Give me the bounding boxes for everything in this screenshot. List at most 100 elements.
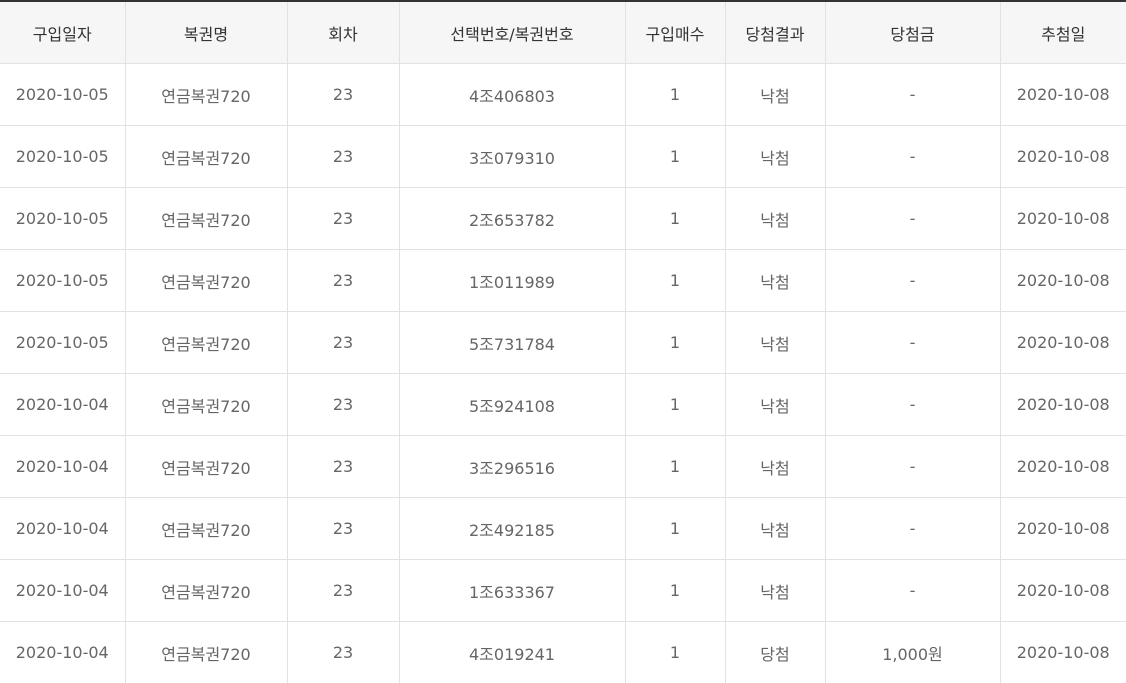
- round-cell: 23: [286, 63, 400, 126]
- draw-date-cell: 2020-10-08: [999, 187, 1126, 250]
- lottery-name-cell: 연금복권720: [124, 621, 288, 683]
- header-result: 당첨결과: [724, 1, 826, 64]
- draw-date-cell: 2020-10-08: [999, 249, 1126, 312]
- result-cell: 낙첨: [724, 249, 826, 312]
- lottery-name-cell: 연금복권720: [124, 497, 288, 560]
- header-purchase-date: 구입일자: [0, 1, 126, 64]
- lottery-name-cell: 연금복권720: [124, 373, 288, 436]
- lottery-name-cell: 연금복권720: [124, 187, 288, 250]
- table-row: 2020-10-04 연금복권720 23 2조492185 1 낙첨 -2020-10-0…: [0, 497, 1126, 560]
- result-cell: 낙첨: [724, 63, 826, 126]
- table-row: 2020-10-04 연금복권720 23 3조296516 1 낙첨 -2020-10-0…: [0, 435, 1126, 498]
- quantity-cell: 1: [624, 249, 726, 312]
- table-row: 2020-10-05 연금복권720 23 2조653782 1 낙첨 -2020-10-0…: [0, 187, 1126, 250]
- prize-cell: -: [824, 187, 1001, 250]
- selected-numbers-cell: 4조019241: [398, 621, 626, 683]
- selected-numbers-cell: 1조633367: [398, 559, 626, 622]
- header-selected-numbers: 선택번호/복권번호: [398, 1, 626, 64]
- prize-cell: -: [824, 559, 1001, 622]
- table-row: 2020-10-04 연금복권720 23 1조633367 1 낙첨 -2020-10-0…: [0, 559, 1126, 622]
- lottery-name-cell: 연금복권720: [124, 63, 288, 126]
- quantity-cell: 1: [624, 187, 726, 250]
- result-cell: 낙첨: [724, 497, 826, 560]
- selected-numbers-cell: 1조011989: [398, 249, 626, 312]
- purchase-date-cell: 2020-10-04: [0, 435, 126, 498]
- table-row: 2020-10-04 연금복권720 23 4조019241 1 당첨 1,000원 2020…: [0, 621, 1126, 683]
- header-quantity: 구입매수: [624, 1, 726, 64]
- prize-cell: -: [824, 125, 1001, 188]
- draw-date-cell: 2020-10-08: [999, 435, 1126, 498]
- header-draw-date: 추첨일: [999, 1, 1126, 64]
- header-round: 회차: [286, 1, 400, 64]
- selected-numbers-cell: 5조924108: [398, 373, 626, 436]
- table-row: 2020-10-05 연금복권720 23 1조011989 1 낙첨 -2020-10-0…: [0, 249, 1126, 312]
- round-cell: 23: [286, 621, 400, 683]
- draw-date-cell: 2020-10-08: [999, 497, 1126, 560]
- round-cell: 23: [286, 249, 400, 312]
- purchase-date-cell: 2020-10-05: [0, 311, 126, 374]
- lottery-name-cell: 연금복권720: [124, 311, 288, 374]
- purchase-date-cell: 2020-10-05: [0, 187, 126, 250]
- quantity-cell: 1: [624, 125, 726, 188]
- purchase-date-cell: 2020-10-04: [0, 373, 126, 436]
- prize-cell: -: [824, 497, 1001, 560]
- round-cell: 23: [286, 435, 400, 498]
- selected-numbers-cell: 4조406803: [398, 63, 626, 126]
- header-row: 구입일자 복권명 회차 선택번호/복권번호 구입매수 당첨결과 당첨금 추첨일: [0, 1, 1126, 64]
- draw-date-cell: 2020-10-08: [999, 63, 1126, 126]
- result-cell: 낙첨: [724, 125, 826, 188]
- draw-date-cell: 2020-10-08: [999, 559, 1126, 622]
- draw-date-cell: 2020-10-08: [999, 125, 1126, 188]
- draw-date-cell: 2020-10-08: [999, 373, 1126, 436]
- prize-cell: -: [824, 373, 1001, 436]
- selected-numbers-cell: 5조731784: [398, 311, 626, 374]
- lottery-name-cell: 연금복권720: [124, 125, 288, 188]
- purchase-history-table-container: 구입일자 복권명 회차 선택번호/복권번호 구입매수 당첨결과 당첨금 추첨일 …: [0, 0, 1126, 683]
- header-prize: 당첨금: [824, 1, 1001, 64]
- prize-cell: -: [824, 435, 1001, 498]
- table-row: 2020-10-05 연금복권720 23 5조731784 1 낙첨 -2020-10-0…: [0, 311, 1126, 374]
- round-cell: 23: [286, 187, 400, 250]
- quantity-cell: 1: [624, 373, 726, 436]
- result-cell: 낙첨: [724, 187, 826, 250]
- draw-date-cell: 2020-10-08: [999, 621, 1126, 683]
- table-row: 2020-10-05 연금복권720 23 4조406803 1 낙첨 -2020-10-0…: [0, 63, 1126, 126]
- quantity-cell: 1: [624, 559, 726, 622]
- round-cell: 23: [286, 497, 400, 560]
- table-header: 구입일자 복권명 회차 선택번호/복권번호 구입매수 당첨결과 당첨금 추첨일: [0, 1, 1126, 64]
- round-cell: 23: [286, 559, 400, 622]
- quantity-cell: 1: [624, 63, 726, 126]
- table-row: 2020-10-04 연금복권720 23 5조924108 1 낙첨 -2020-10-0…: [0, 373, 1126, 436]
- quantity-cell: 1: [624, 311, 726, 374]
- lottery-name-cell: 연금복권720: [124, 435, 288, 498]
- result-cell: 낙첨: [724, 373, 826, 436]
- result-cell: 낙첨: [724, 435, 826, 498]
- header-lottery-name: 복권명: [124, 1, 288, 64]
- lottery-name-cell: 연금복권720: [124, 249, 288, 312]
- table-body: 2020-10-05 연금복권720 23 4조406803 1 낙첨 -2020-10-0…: [0, 63, 1126, 683]
- prize-cell: 1,000원: [824, 621, 1001, 683]
- result-cell: 낙첨: [724, 311, 826, 374]
- result-cell: 당첨: [724, 621, 826, 683]
- draw-date-cell: 2020-10-08: [999, 311, 1126, 374]
- round-cell: 23: [286, 125, 400, 188]
- prize-cell: -: [824, 249, 1001, 312]
- purchase-date-cell: 2020-10-05: [0, 63, 126, 126]
- table-row: 2020-10-05 연금복권720 23 3조079310 1 낙첨 -2020-10-0…: [0, 125, 1126, 188]
- quantity-cell: 1: [624, 497, 726, 560]
- purchase-date-cell: 2020-10-05: [0, 125, 126, 188]
- selected-numbers-cell: 3조296516: [398, 435, 626, 498]
- prize-cell: -: [824, 63, 1001, 126]
- purchase-date-cell: 2020-10-05: [0, 249, 126, 312]
- quantity-cell: 1: [624, 621, 726, 683]
- selected-numbers-cell: 2조492185: [398, 497, 626, 560]
- purchase-date-cell: 2020-10-04: [0, 559, 126, 622]
- purchase-date-cell: 2020-10-04: [0, 621, 126, 683]
- selected-numbers-cell: 2조653782: [398, 187, 626, 250]
- purchase-date-cell: 2020-10-04: [0, 497, 126, 560]
- result-cell: 낙첨: [724, 559, 826, 622]
- purchase-history-table: 구입일자 복권명 회차 선택번호/복권번호 구입매수 당첨결과 당첨금 추첨일 …: [0, 0, 1126, 683]
- selected-numbers-cell: 3조079310: [398, 125, 626, 188]
- prize-cell: -: [824, 311, 1001, 374]
- lottery-name-cell: 연금복권720: [124, 559, 288, 622]
